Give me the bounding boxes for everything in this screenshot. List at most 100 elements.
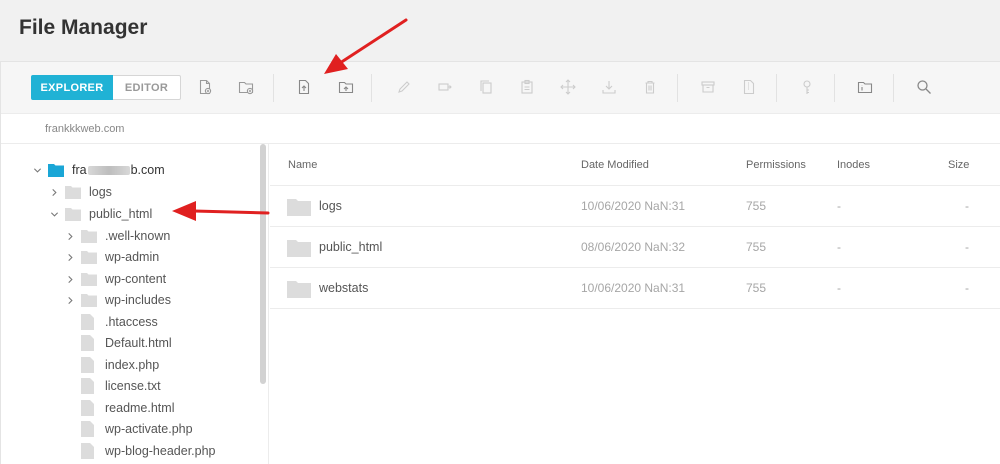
- download-icon[interactable]: [598, 76, 620, 98]
- tree-item-label: wp-blog-header.php: [105, 444, 216, 458]
- folder-icon: [81, 229, 97, 243]
- table-row[interactable]: webstats 10/06/2020 NaN:31 755 - -: [270, 268, 1000, 309]
- folder-icon: [65, 207, 81, 221]
- tree-item-license-txt[interactable]: license.txt: [81, 376, 161, 396]
- file-icon: [81, 314, 97, 330]
- row-inodes: -: [837, 199, 841, 213]
- row-size: -: [965, 199, 969, 213]
- row-name: logs: [319, 199, 342, 213]
- column-size[interactable]: Size: [948, 159, 969, 171]
- new-file-icon[interactable]: [194, 76, 216, 98]
- toolbar-separator: [834, 74, 835, 102]
- tree-item-wp-includes[interactable]: wp-includes: [65, 290, 171, 310]
- tree-item-label: license.txt: [105, 379, 161, 393]
- folder-icon: [81, 250, 97, 264]
- tree-item-label: .htaccess: [105, 315, 158, 329]
- chevron-right-icon[interactable]: [65, 247, 75, 267]
- toolbar-separator: [776, 74, 777, 102]
- tree-item-wp-blog-header-php[interactable]: wp-blog-header.php: [81, 441, 216, 461]
- row-date: 10/06/2020 NaN:31: [581, 199, 686, 213]
- tree-item-label: readme.html: [105, 401, 175, 415]
- chevron-right-icon[interactable]: [49, 182, 59, 202]
- tree-item-well-known[interactable]: .well-known: [65, 226, 170, 246]
- upload-file-icon[interactable]: [293, 76, 315, 98]
- toolbar-separator: [677, 74, 678, 102]
- tree-root[interactable]: fra b.com: [32, 160, 165, 180]
- archive-icon[interactable]: [697, 76, 719, 98]
- paste-icon[interactable]: [516, 76, 538, 98]
- extract-icon[interactable]: [738, 76, 760, 98]
- column-name[interactable]: Name: [288, 159, 317, 171]
- folder-icon: [65, 185, 81, 199]
- tree-item-label: wp-content: [105, 272, 167, 286]
- column-date-modified[interactable]: Date Modified: [581, 159, 649, 171]
- row-permissions: 755: [746, 240, 767, 254]
- toolbar: EXPLORER EDITOR: [1, 62, 1000, 114]
- tree-item-index-php[interactable]: index.php: [81, 355, 159, 375]
- tree-item-label: .well-known: [105, 229, 171, 243]
- table-row[interactable]: public_html 08/06/2020 NaN:32 755 - -: [270, 227, 1000, 268]
- chevron-right-icon[interactable]: [65, 226, 75, 246]
- column-permissions[interactable]: Permissions: [746, 159, 806, 171]
- toolbar-separator: [273, 74, 274, 102]
- tree-item-label: Default.html: [105, 336, 172, 350]
- tree-item-default-html[interactable]: Default.html: [81, 333, 172, 353]
- tree-item-label: wp-activate.php: [105, 422, 193, 436]
- chevron-down-icon[interactable]: [49, 204, 59, 224]
- copy-icon[interactable]: [475, 76, 497, 98]
- tree-item-label: wp-includes: [105, 293, 172, 307]
- file-icon: [81, 357, 97, 373]
- row-name: webstats: [319, 281, 369, 295]
- folder-icon: [81, 293, 97, 307]
- row-permissions: 755: [746, 199, 767, 213]
- row-name: public_html: [319, 240, 383, 254]
- tree-item-label: public_html: [89, 207, 153, 221]
- file-manager-panel: EXPLORER EDITOR frankkkweb.com fra b.com…: [0, 61, 1000, 464]
- permissions-icon[interactable]: [796, 76, 818, 98]
- file-table: Name Date Modified Permissions Inodes Si…: [270, 144, 1000, 464]
- folder-icon: [287, 199, 311, 216]
- move-icon[interactable]: [434, 76, 456, 98]
- new-folder-icon[interactable]: [235, 76, 257, 98]
- tree-item-wp-activate-php[interactable]: wp-activate.php: [81, 419, 193, 439]
- tree-item-logs[interactable]: logs: [49, 182, 112, 202]
- row-size: -: [965, 240, 969, 254]
- rename-icon[interactable]: [393, 76, 415, 98]
- upload-folder-icon[interactable]: [335, 76, 357, 98]
- tree-item-wp-content[interactable]: wp-content: [65, 269, 166, 289]
- tree-item-label: logs: [89, 185, 112, 199]
- breadcrumb: frankkkweb.com: [1, 114, 1000, 144]
- table-header: Name Date Modified Permissions Inodes Si…: [270, 144, 1000, 186]
- page-title: File Manager: [19, 16, 148, 39]
- tree-item-wp-admin[interactable]: wp-admin: [65, 247, 159, 267]
- column-inodes[interactable]: Inodes: [837, 159, 870, 171]
- tree-item-label: index.php: [105, 358, 160, 372]
- chevron-down-icon[interactable]: [32, 160, 42, 180]
- row-inodes: -: [837, 281, 841, 295]
- folder-icon: [48, 163, 64, 177]
- table-row[interactable]: logs 10/06/2020 NaN:31 755 - -: [270, 186, 1000, 227]
- editor-tab[interactable]: EDITOR: [113, 75, 181, 100]
- chevron-right-icon[interactable]: [65, 290, 75, 310]
- breadcrumb-path[interactable]: frankkkweb.com: [45, 123, 124, 135]
- file-icon: [81, 335, 97, 351]
- search-icon[interactable]: [913, 76, 935, 98]
- drag-icon[interactable]: [557, 76, 579, 98]
- row-size: -: [965, 281, 969, 295]
- tree-item-htaccess[interactable]: .htaccess: [81, 312, 158, 332]
- file-icon: [81, 443, 97, 459]
- toolbar-separator: [893, 74, 894, 102]
- explorer-tab[interactable]: EXPLORER: [31, 75, 113, 100]
- chevron-right-icon[interactable]: [65, 269, 75, 289]
- tree-item-label: wp-admin: [105, 250, 160, 264]
- folder-icon: [287, 281, 311, 298]
- folder-icon: [287, 240, 311, 257]
- tree-item-public-html[interactable]: public_html: [49, 204, 152, 224]
- info-icon[interactable]: [854, 76, 876, 98]
- tree-scrollbar[interactable]: [260, 144, 266, 384]
- tree-item-readme-html[interactable]: readme.html: [81, 398, 174, 418]
- delete-icon[interactable]: [639, 76, 661, 98]
- redacted-text: [87, 166, 130, 176]
- tree-root-label: fra b.com: [72, 163, 165, 177]
- domain-prefix: fra: [72, 163, 87, 177]
